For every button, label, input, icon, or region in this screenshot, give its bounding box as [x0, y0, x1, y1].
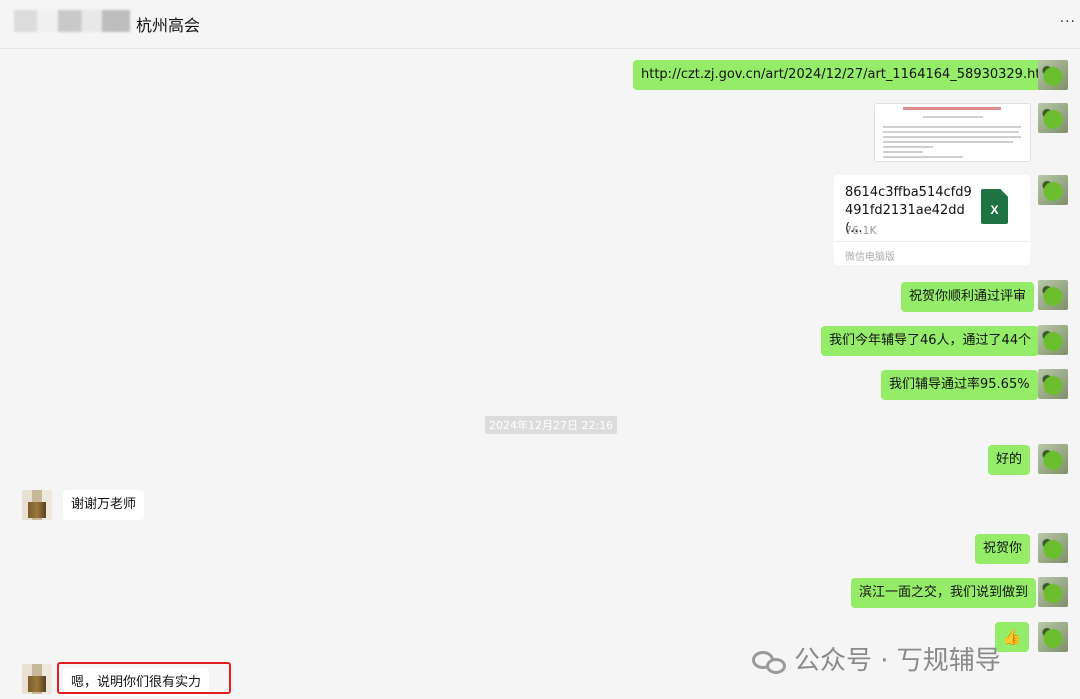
my-avatar[interactable] — [1038, 280, 1068, 310]
my-avatar[interactable] — [1038, 533, 1068, 563]
my-avatar[interactable] — [1038, 325, 1068, 355]
wechat-logo-icon — [752, 649, 788, 675]
chat-header: 杭州高会 ... — [0, 0, 1080, 49]
wechat-watermark: 公众号 · 丂规辅导 — [752, 640, 1001, 676]
excel-file-icon: X — [981, 189, 1008, 224]
text-message[interactable]: 我们今年辅导了46人，通过了44个 — [821, 326, 1040, 356]
chat-title: 杭州高会 — [136, 16, 201, 35]
file-message-card[interactable]: 8614c3ffba514cfd9491fd2131ae42dd (... 76… — [834, 175, 1030, 265]
file-source-label: 微信电脑版 — [845, 252, 895, 263]
my-avatar[interactable] — [1038, 622, 1068, 652]
text-message[interactable]: 祝贺你顺利通过评审 — [901, 282, 1035, 312]
contact-avatar[interactable] — [22, 490, 52, 520]
my-avatar[interactable] — [1038, 577, 1068, 607]
red-highlight-box — [57, 662, 231, 694]
message-timestamp: 2024年12月27日 22:16 — [485, 416, 618, 434]
blurred-contact-name — [14, 10, 130, 32]
text-message[interactable]: 好的 — [988, 445, 1031, 475]
file-card-divider — [834, 241, 1030, 242]
text-message[interactable]: 谢谢万老师 — [63, 490, 145, 520]
my-avatar[interactable] — [1038, 103, 1068, 133]
text-message[interactable]: 我们辅导通过率95.65% — [881, 370, 1038, 400]
my-avatar[interactable] — [1038, 369, 1068, 399]
my-avatar[interactable] — [1038, 444, 1068, 474]
my-avatar[interactable] — [1038, 175, 1068, 205]
contact-avatar[interactable] — [22, 664, 52, 694]
text-message[interactable]: 滨江一面之交，我们说到做到 — [851, 578, 1037, 608]
watermark-text: 公众号 · 丂规辅导 — [794, 646, 1001, 676]
link-message[interactable]: http://czt.zj.gov.cn/art/2024/12/27/art_… — [633, 60, 1065, 90]
document-image-thumbnail[interactable] — [874, 103, 1031, 162]
more-options-button[interactable]: ... — [1060, 10, 1076, 26]
my-avatar[interactable] — [1038, 60, 1068, 90]
text-message[interactable]: 祝贺你 — [975, 534, 1031, 564]
file-size: 76.1K — [845, 224, 877, 237]
